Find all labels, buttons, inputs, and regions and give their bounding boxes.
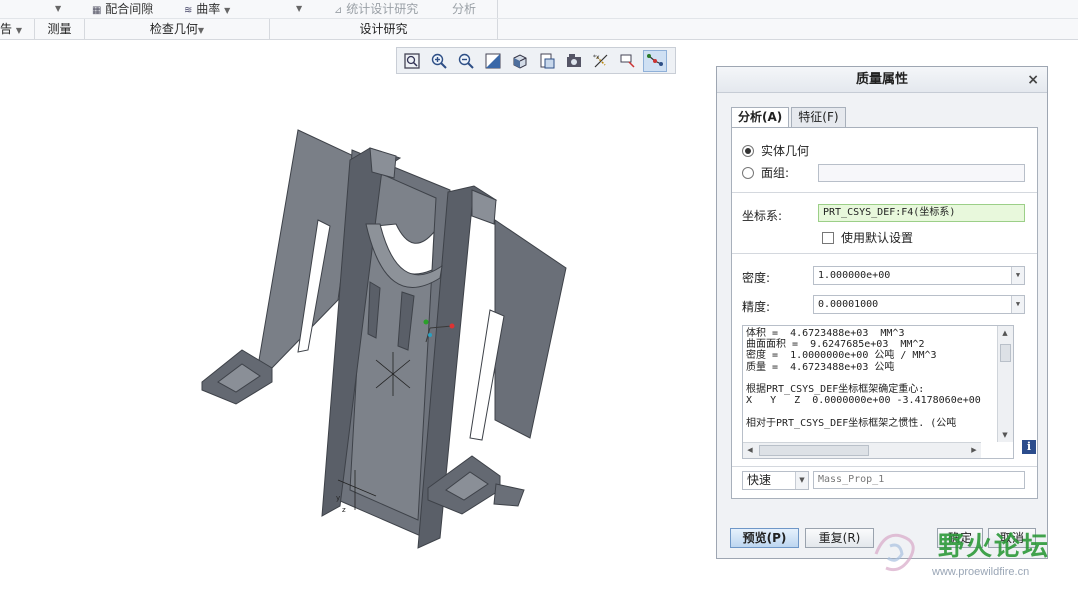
zoom-in-icon[interactable] <box>427 50 451 72</box>
saved-orientations-icon[interactable] <box>535 50 559 72</box>
fit-clearance-button[interactable]: ▦ 配合间隙 <box>92 0 153 18</box>
spin-center-icon[interactable] <box>643 49 667 72</box>
analysis-panel: 实体几何 面组: 坐标系: PRT_CSYS_DEF:F4(坐标系) 使用默认设… <box>731 127 1038 499</box>
mode-select[interactable]: 快速 ▼ <box>742 471 809 490</box>
accuracy-input[interactable]: 0.00001000 ▼ <box>813 295 1025 314</box>
divider <box>732 253 1037 254</box>
results-text: 体积 = 4.6723488e+03 MM^3 曲面面积 = 9.6247685… <box>746 328 981 429</box>
watermark-url: www.proewildfire.cn <box>932 566 1030 578</box>
csys-collector[interactable]: PRT_CSYS_DEF:F4(坐标系) <box>818 204 1025 222</box>
tab-feature[interactable]: 特征(F) <box>791 107 846 127</box>
dialog-titlebar: 质量属性 × <box>717 67 1047 93</box>
dialog-tabs: 分析(A) 特征(F) <box>731 107 848 128</box>
scroll-up-icon[interactable]: ▲ <box>998 326 1012 340</box>
watermark-logo-icon <box>874 533 915 572</box>
group-label-partial[interactable]: 告 ▼ <box>0 19 35 40</box>
svg-text:y: y <box>336 494 340 502</box>
datum-display-icon[interactable]: *x <box>589 50 613 72</box>
display-style-icon[interactable] <box>508 50 532 72</box>
repeat-button[interactable]: 重复(R) <box>805 528 874 548</box>
mass-properties-dialog: 质量属性 × 分析(A) 特征(F) 实体几何 面组: 坐标系: PRT_CSY… <box>716 66 1048 559</box>
ribbon-group-bar: 告 ▼ 测量 检查几何▼ 设计研究 <box>0 18 1078 40</box>
ribbon-separator <box>497 0 498 18</box>
stat-design-icon: ⊿ <box>334 5 343 16</box>
group-label-inspect-geometry[interactable]: 检查几何▼ <box>85 19 270 40</box>
quilt-option[interactable]: 面组: <box>742 164 789 181</box>
quilt-radio[interactable] <box>742 166 754 179</box>
watermark-name: 野火论坛 <box>938 532 1051 562</box>
right-back-plate <box>494 219 567 439</box>
dialog-title: 质量属性 <box>855 72 908 87</box>
results-textbox[interactable]: 体积 = 4.6723488e+03 MM^3 曲面面积 = 9.6247685… <box>742 325 1014 459</box>
chevron-down-icon: ▼ <box>224 6 231 15</box>
scroll-down-icon[interactable]: ▼ <box>998 428 1012 442</box>
ribbon: ▼ ▦ 配合间隙 ≋ 曲率 ▼ ▼ ⊿ 统计设计研究 分析 告 ▼ 测量 检查几… <box>0 0 1078 40</box>
svg-text:z: z <box>342 506 346 514</box>
info-icon[interactable]: i <box>1022 440 1036 454</box>
chevron-down-icon[interactable]: ▼ <box>1011 267 1024 284</box>
chevron-down-icon[interactable]: ▼ <box>795 472 808 489</box>
fit-clearance-icon: ▦ <box>92 5 102 16</box>
scroll-left-icon[interactable]: ◀ <box>743 443 757 457</box>
tab-analysis[interactable]: 分析(A) <box>731 107 790 128</box>
density-label: 密度: <box>742 271 771 285</box>
quilt-collector[interactable] <box>818 164 1025 182</box>
svg-text:*x: *x <box>593 54 600 61</box>
graphics-toolbar: *x <box>396 47 676 74</box>
feature-name-input[interactable]: Mass_Prop_1 <box>813 471 1025 489</box>
curvature-button[interactable]: ≋ 曲率 ▼ <box>184 0 230 18</box>
scroll-thumb[interactable] <box>1000 344 1011 362</box>
scroll-right-icon[interactable]: ▶ <box>967 443 981 457</box>
ribbon-dropdown-arrow[interactable]: ▼ <box>55 0 61 18</box>
group-label-design-study[interactable]: 设计研究 <box>270 19 498 40</box>
csys-label: 坐标系: <box>742 209 783 223</box>
divider <box>732 466 1037 467</box>
annotation-display-icon[interactable] <box>616 50 640 72</box>
refit-icon[interactable] <box>400 50 424 72</box>
repaint-icon[interactable] <box>481 50 505 72</box>
vertical-scrollbar[interactable]: ▲ ▼ <box>997 326 1013 442</box>
preview-button[interactable]: 预览(P) <box>730 528 799 548</box>
divider <box>732 192 1037 193</box>
view-manager-icon[interactable] <box>562 50 586 72</box>
forum-watermark: 野火论坛 www.proewildfire.cn <box>866 522 1078 591</box>
zoom-out-icon[interactable] <box>454 50 478 72</box>
solid-geometry-radio[interactable] <box>742 144 754 157</box>
scroll-thumb[interactable] <box>759 445 869 456</box>
horizontal-scrollbar[interactable]: ◀ ▶ <box>743 442 981 458</box>
part-model-view[interactable]: y z <box>190 120 580 560</box>
accuracy-label: 精度: <box>742 300 771 314</box>
analysis-button[interactable]: 分析 <box>452 0 476 18</box>
curvature-icon: ≋ <box>184 5 193 16</box>
stat-design-study-button[interactable]: ⊿ 统计设计研究 <box>334 0 418 18</box>
right-rail-top <box>471 189 497 225</box>
use-default-option[interactable]: 使用默认设置 <box>822 229 913 246</box>
close-icon[interactable]: × <box>1027 67 1039 93</box>
density-input[interactable]: 1.000000e+00 ▼ <box>813 266 1025 285</box>
solid-geometry-option[interactable]: 实体几何 <box>742 142 809 159</box>
ribbon-dropdown-arrow-2[interactable]: ▼ <box>296 0 302 18</box>
chevron-down-icon[interactable]: ▼ <box>1011 296 1024 313</box>
use-default-checkbox[interactable] <box>822 231 834 244</box>
group-label-measure[interactable]: 测量 <box>35 19 85 40</box>
chevron-down-icon: ▼ <box>197 26 205 35</box>
right-tab <box>493 483 525 507</box>
